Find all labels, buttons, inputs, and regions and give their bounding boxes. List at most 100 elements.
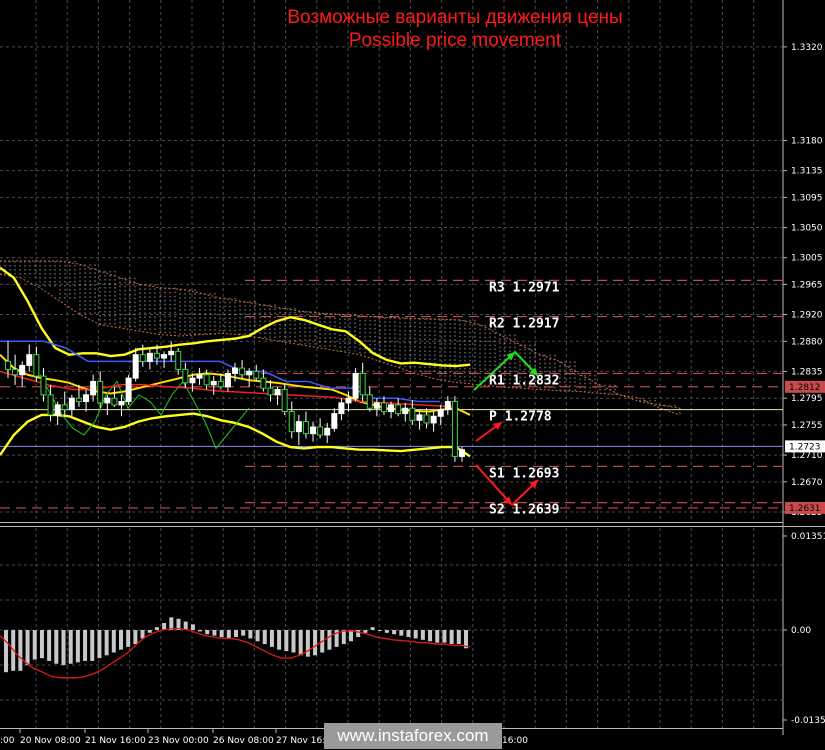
macd-bar [147, 630, 152, 633]
candle-body [352, 372, 359, 399]
candle-body [146, 352, 153, 362]
candle-body [33, 354, 40, 377]
candle-body [125, 377, 132, 403]
macd-bar [442, 630, 447, 643]
candle-body [61, 404, 68, 411]
price-tick-label: 1.2880 [791, 337, 823, 347]
time-tick-label: 21 Nov 16:00 [85, 736, 146, 746]
chart-grid [0, 0, 825, 735]
macd-bar [313, 630, 318, 656]
macd-bar [428, 630, 433, 642]
macd-bar [119, 630, 123, 650]
macd-bar [205, 630, 210, 635]
macd-bar [377, 630, 382, 631]
macd-bar [291, 630, 296, 653]
candle-body [437, 409, 444, 417]
macd-bar [39, 630, 44, 659]
candle-body [175, 350, 182, 370]
candle-body [267, 387, 274, 396]
candle-body [90, 380, 97, 396]
chart-title-ru: Возможные варианты движения цены [287, 7, 623, 28]
candle-body [246, 370, 253, 376]
watermark-instaforex[interactable]: www.instaforex.com [324, 723, 502, 749]
macd-panel [0, 617, 471, 679]
pivot-label-s2: S2 1.2639 [489, 503, 559, 518]
price-tick-label: 1.3005 [791, 254, 823, 264]
candles [5, 341, 465, 462]
candle-body [97, 380, 104, 404]
candle-body [111, 397, 118, 406]
candle-body [153, 352, 160, 359]
macd-bar [75, 630, 80, 663]
candle-body [402, 407, 409, 415]
candle-body [5, 360, 11, 370]
candle-body [310, 426, 317, 435]
candle-body [203, 374, 210, 386]
candle-body [217, 380, 224, 388]
macd-bar [277, 630, 282, 650]
macd-bar [420, 630, 425, 640]
macd-bar [248, 630, 253, 639]
macd-tick-label: 0.00 [791, 626, 811, 636]
bollinger-bands [0, 266, 471, 458]
candle-body [161, 354, 168, 359]
price-tick-label: 1.3095 [791, 193, 823, 203]
macd-bar [241, 630, 246, 636]
candle-body [196, 374, 203, 379]
candle-body [26, 354, 33, 366]
candle-body [54, 404, 61, 416]
macd-bar [83, 630, 88, 661]
candle-body [430, 415, 437, 424]
candle-body [104, 397, 111, 404]
macd-bar [133, 630, 138, 645]
pivot-label-s1: S1 1.2693 [489, 466, 559, 481]
candle-body [132, 354, 139, 379]
price-axis: 1.33201.31801.31351.30951.30501.30051.29… [783, 43, 825, 726]
macd-bar [61, 630, 66, 666]
macd-bar [327, 630, 332, 650]
price-tick-label: 1.2920 [791, 311, 823, 321]
macd-bar [47, 630, 52, 661]
candle-body [444, 401, 451, 411]
candle-body [288, 411, 295, 433]
candle-body [451, 401, 458, 457]
price-tag-label: 1.2631 [789, 504, 821, 514]
time-tick-label: 20 Nov 08:00 [20, 736, 81, 746]
macd-bar [140, 630, 145, 639]
candle-body [380, 402, 387, 413]
macd-bar [18, 630, 23, 671]
macd-bar [392, 630, 397, 635]
candle-body [459, 449, 465, 457]
macd-bar [363, 630, 368, 633]
macd-bar [154, 627, 159, 630]
price-tick-label: 1.2670 [791, 478, 823, 488]
candle-body [281, 388, 288, 413]
pivot-label-r1: R1 1.2832 [489, 373, 559, 388]
price-tick-label: 1.3050 [791, 224, 823, 234]
bollinger-lower [0, 412, 471, 458]
macd-bar [255, 630, 260, 642]
macd-bar [234, 630, 238, 638]
price-tag-label: 1.2723 [789, 442, 821, 452]
macd-bar [456, 630, 461, 645]
chart-title-en: Possible price movement [348, 30, 562, 51]
price-tick-label: 1.2795 [791, 394, 823, 404]
macd-bar [104, 630, 109, 656]
candle-body [274, 388, 281, 396]
candle-body [47, 394, 54, 416]
macd-bar [54, 630, 59, 664]
price-tick-label: 1.3180 [791, 137, 823, 147]
macd-bar [341, 630, 346, 645]
macd-bar [413, 630, 418, 639]
macd-tick-label: -0.01351 [791, 716, 825, 726]
macd-bar [449, 630, 454, 645]
macd-bar [97, 630, 102, 659]
macd-bar [190, 624, 195, 630]
candle-body [345, 397, 352, 404]
macd-bar [25, 630, 30, 666]
candle-body [189, 377, 196, 384]
candle-body [118, 401, 125, 406]
macd-tick-label: 0.01351 [791, 532, 825, 542]
candle-body [317, 426, 324, 436]
candle-body [366, 394, 373, 409]
